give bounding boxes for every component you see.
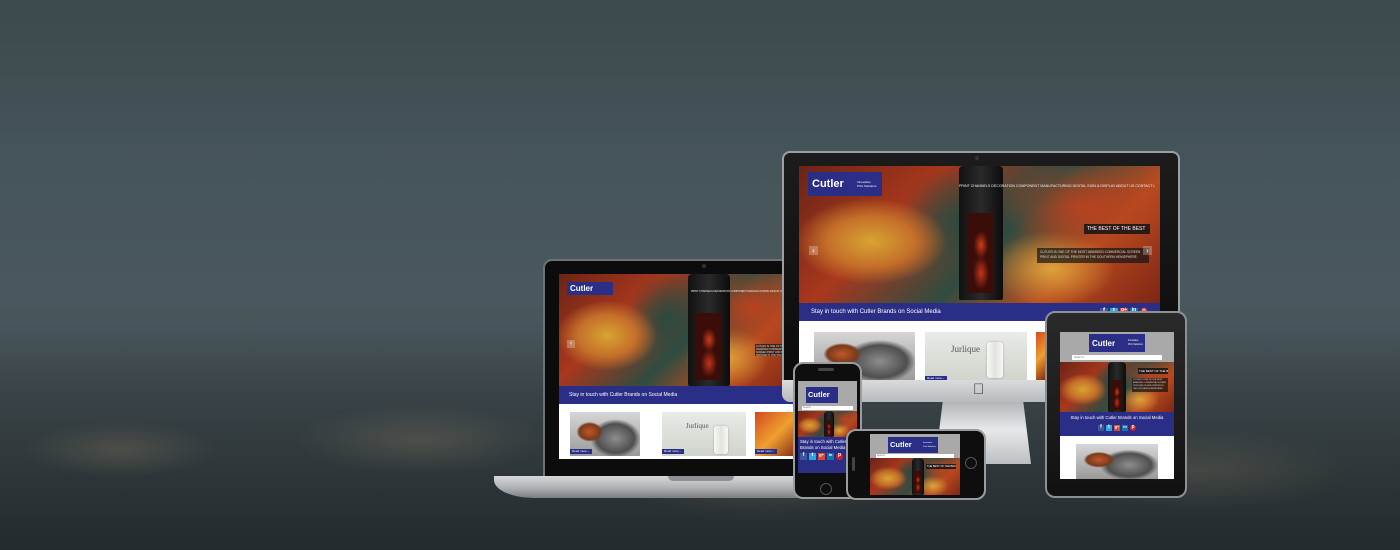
imac-nav-menu[interactable]: PRINT CHANNELS DECORATION COMPONENT MANU… [959, 184, 1155, 188]
macbook-open-notch [668, 476, 734, 481]
google-plus-icon[interactable]: g+ [1114, 425, 1120, 431]
imac-hero-title: THE BEST OF THE BEST [1084, 224, 1150, 234]
ipad-thumb-machine[interactable] [1076, 444, 1158, 479]
iphone-landscape-home-button[interactable] [965, 457, 977, 469]
twitter-icon[interactable]: t [809, 453, 816, 460]
macbook-nav-menu[interactable]: PRINT CHANNELS DECORATION COMPONENT MANU… [691, 290, 795, 293]
macbook-screen: Cutler PRINT CHANNELS DECORATION COMPONE… [559, 274, 799, 459]
pinterest-icon[interactable]: p [1130, 425, 1136, 431]
macbook-jurlique-brand: Jurlique [686, 422, 709, 430]
macbook-hero-slider: Cutler PRINT CHANNELS DECORATION COMPONE… [559, 274, 799, 386]
imac-slider-prev-icon[interactable]: ‹ [809, 246, 818, 255]
imac-social-text: Stay in touch with Cutler Brands on Soci… [811, 309, 941, 315]
imac-thumb-jurlique[interactable]: Jurlique Read more › [925, 332, 1027, 381]
iphone-landscape-logo-tagline: Innovative Print Solutions [922, 437, 938, 453]
macbook-thumb-jurlique[interactable]: Jurlique Read more › [662, 412, 746, 456]
iphone-landscape-screen: Cutler Innovative Print Solutions Search… [870, 434, 960, 495]
ipad-hero-slider: THE BEST OF THE BEST CUTLER IS ONE OF TH… [1060, 362, 1174, 412]
iphone-portrait-social-icons: f t g+ in p [800, 453, 843, 460]
imac-camera [975, 156, 979, 160]
macbook-thumb-machine[interactable]: Read more › [570, 412, 640, 456]
macbook-slider-prev-icon[interactable]: ‹ [567, 340, 575, 348]
iphone-portrait-home-button[interactable] [820, 483, 832, 495]
imac-hero-slider: Cutler Innovative Print Solutions PRINT … [799, 166, 1160, 303]
google-plus-icon[interactable]: g+ [818, 453, 825, 460]
ipad-social-band: Stay in touch with Cutler Brands on Soci… [1060, 412, 1174, 436]
macbook-camera [702, 264, 706, 268]
iphone-landscape-hero-title: THE BEST OF THE BEST [926, 464, 956, 469]
ipad-logo-tagline: Innovative Print Solutions [1127, 334, 1145, 352]
twitter-icon[interactable]: t [1106, 425, 1112, 431]
ipad-screen: Cutler Innovative Print Solutions Search… [1060, 332, 1174, 479]
linkedin-icon[interactable]: in [827, 453, 834, 460]
ipad-social-icons: f t g+ in p [1098, 425, 1136, 431]
iphone-landscape-logo[interactable]: Cutler [888, 437, 922, 453]
iphone-portrait-search-input[interactable]: Search... [802, 406, 853, 410]
imac-slider-next-icon[interactable]: › [1143, 246, 1152, 255]
ipad-social-text: Stay in touch with Cutler Brands on Soci… [1070, 415, 1164, 420]
macbook-jurlique-jar [714, 426, 728, 454]
macbook-social-band: Stay in touch with Cutler Brands on Soci… [559, 386, 799, 404]
macbook-readmore-3[interactable]: Read more › [755, 449, 777, 454]
ipad-search-input[interactable]: Search... [1072, 355, 1162, 360]
imac-jurlique-jar [987, 342, 1003, 378]
ipad-logo[interactable]: Cutler [1089, 334, 1127, 352]
iphone-landscape-hero-slider: THE BEST OF THE BEST [870, 458, 960, 495]
pinterest-icon[interactable]: p [836, 453, 843, 460]
imac-jurlique-brand: Jurlique [951, 344, 980, 354]
apple-logo-icon:  [973, 381, 984, 399]
iphone-portrait-hero-bottle [824, 411, 834, 437]
ipad-hero-caption: CUTLER IS ONE OF THE MOST AWARDED COMMER… [1132, 378, 1168, 392]
imac-hero-caption: CUTLER IS ONE OF THE MOST AWARDED COMMER… [1037, 248, 1149, 263]
macbook-readmore-2[interactable]: Read more › [662, 449, 684, 454]
macbook-social-text: Stay in touch with Cutler Brands on Soci… [569, 392, 678, 398]
macbook-readmore-1[interactable]: Read more › [570, 449, 592, 454]
iphone-landscape-hero-bottle [912, 458, 924, 495]
imac-logo-tagline: Innovative Print Solutions [856, 172, 882, 196]
imac-logo[interactable]: Cutler [808, 172, 856, 196]
ipad-hero-title: THE BEST OF THE BEST [1138, 368, 1168, 374]
iphone-portrait-speaker [818, 368, 834, 371]
facebook-icon[interactable]: f [1098, 425, 1104, 431]
macbook-logo[interactable]: Cutler [567, 282, 613, 295]
iphone-portrait-logo[interactable]: Cutler [806, 387, 838, 403]
linkedin-icon[interactable]: in [1122, 425, 1128, 431]
iphone-landscape-speaker [852, 457, 855, 471]
facebook-icon[interactable]: f [800, 453, 807, 460]
ipad-hero-bottle [1108, 362, 1126, 412]
